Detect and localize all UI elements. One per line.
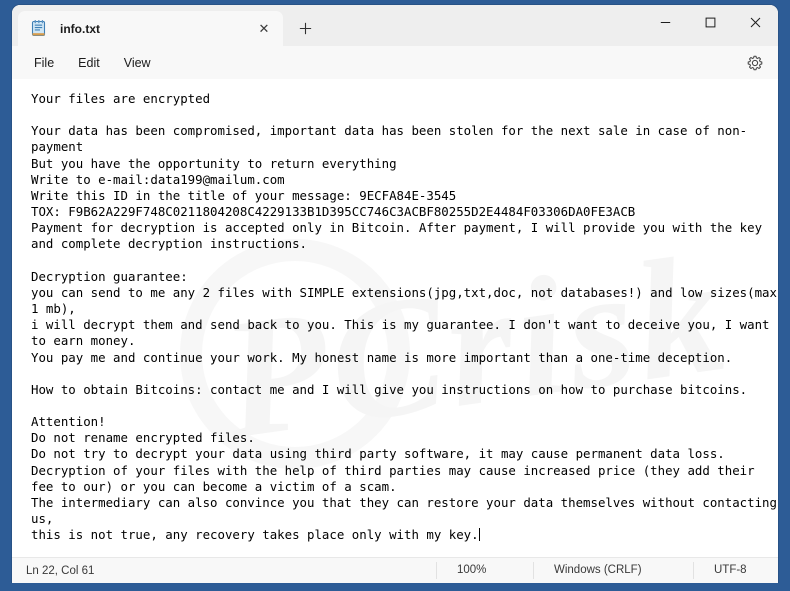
- notepad-window: info.txt ✕ File Edit View PCrisk Your fi…: [12, 5, 778, 583]
- close-tab-icon[interactable]: ✕: [251, 16, 277, 42]
- window-caption-buttons: [643, 5, 778, 39]
- close-icon: [750, 17, 761, 27]
- editor-scrollbar[interactable]: [773, 79, 778, 557]
- menu-item-file[interactable]: File: [22, 51, 66, 75]
- close-window-button[interactable]: [733, 5, 778, 39]
- editor-content[interactable]: Your files are encrypted Your data has b…: [12, 79, 778, 551]
- tab-strip: info.txt ✕: [12, 5, 321, 46]
- minimize-button[interactable]: [643, 5, 688, 39]
- text-editor-area[interactable]: PCrisk Your files are encrypted Your dat…: [12, 79, 778, 557]
- text-caret: [478, 528, 480, 542]
- tab-info-txt[interactable]: info.txt ✕: [18, 11, 283, 46]
- status-encoding[interactable]: UTF-8: [693, 562, 778, 579]
- tab-title-label: info.txt: [60, 21, 100, 36]
- new-tab-button[interactable]: [289, 12, 321, 44]
- desktop-background: info.txt ✕ File Edit View PCrisk Your fi…: [0, 0, 790, 591]
- status-bar: Ln 22, Col 61 100% Windows (CRLF) UTF-8: [12, 557, 778, 583]
- maximize-icon: [705, 17, 716, 27]
- menu-item-view[interactable]: View: [112, 51, 163, 75]
- status-cursor-position[interactable]: Ln 22, Col 61: [26, 565, 436, 577]
- maximize-button[interactable]: [688, 5, 733, 39]
- notepad-icon: [30, 20, 48, 38]
- menu-bar: File Edit View: [12, 46, 778, 79]
- plus-icon: [299, 22, 311, 34]
- gear-icon[interactable]: [742, 50, 768, 76]
- desktop-bottom-strip: [0, 583, 790, 591]
- menu-item-edit[interactable]: Edit: [66, 51, 112, 75]
- status-line-ending[interactable]: Windows (CRLF): [533, 562, 693, 579]
- editor-text-body: Your files are encrypted Your data has b…: [31, 91, 777, 543]
- title-bar[interactable]: info.txt ✕: [12, 5, 778, 46]
- minimize-icon: [660, 21, 671, 23]
- status-zoom-level[interactable]: 100%: [436, 562, 533, 579]
